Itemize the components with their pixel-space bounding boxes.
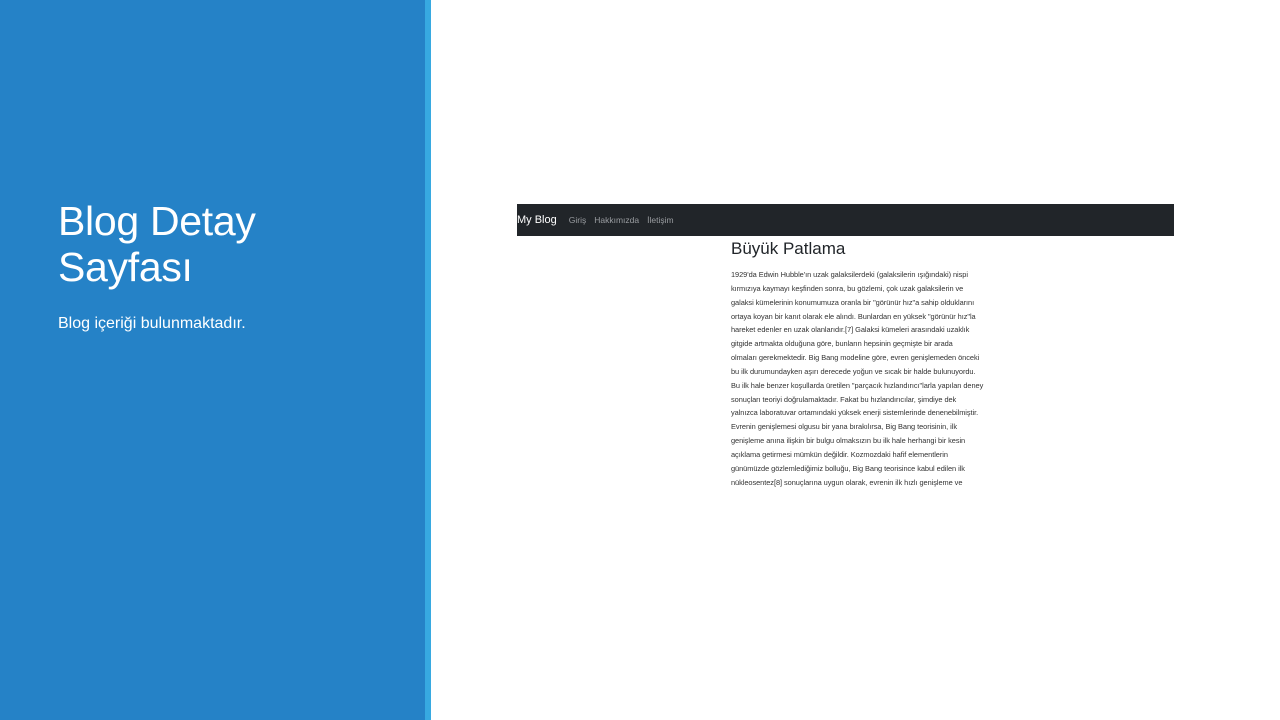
blog-post: Büyük Patlama 1929'da Edwin Hubble'ın uz… [731,238,1031,490]
post-body-line: yalnızca laboratuvar ortamındaki yüksek … [731,408,979,418]
post-body-line: Evrenin genişlemesi olgusu bir yana bıra… [731,422,957,432]
post-body-line: sonuçları teoriyi doğrulamaktadır. Fakat… [731,394,957,404]
nav-link-iletisim[interactable]: İletişim [647,215,673,225]
slide-subtitle: Blog içeriği bulunmaktadır. [58,315,246,332]
post-body-line: ortaya koyan bir kanıt olarak ele alındı… [731,311,976,321]
nav-link-giris[interactable]: Giriş [569,215,586,225]
post-body-line: günümüzde gözlemlediğimiz bolluğu, Big B… [731,463,965,473]
slide-title: Blog Detay Sayfası [58,198,256,290]
post-body-line: açıklama getirmesi mümkün değildir. Kozm… [731,449,948,459]
post-body-line: gitgide artmakta olduğuna göre, bunların… [731,339,953,349]
post-body-line: galaksi kümelerinin konumumuza oranla bi… [731,297,975,307]
post-body-line: bu ilk durumundayken aşırı derecede yoğu… [731,366,976,376]
post-body-line: Bu ilk hale benzer koşullarda üretilen "… [731,380,984,390]
post-body-line: 1929'da Edwin Hubble'ın uzak galaksilerd… [731,270,968,279]
accent-stripe [425,0,431,720]
nav-link-hakkimizda[interactable]: Hakkımızda [594,215,639,225]
post-body-line: olmaları gerekmektedir. Big Bang modelin… [731,353,980,363]
post-title: Büyük Patlama [731,239,846,258]
slide: Blog Detay Sayfası Blog içeriği bulunmak… [0,0,1280,720]
blog-navbar: My Blog Giriş Hakkımızda İletişim [517,204,1174,236]
blog-screenshot: My Blog Giriş Hakkımızda İletişim Büyük … [517,204,1174,494]
title-panel: Blog Detay Sayfası Blog içeriği bulunmak… [0,0,425,720]
blog-brand-link[interactable]: My Blog [517,214,557,226]
post-body-line: hareket edenler en uzak olanlarıdır.[7] … [731,325,970,335]
post-body-line: nükleosentez[8] sonuçlarına uygun olarak… [731,477,963,487]
post-body: 1929'da Edwin Hubble'ın uzak galaksilerd… [731,268,1031,490]
post-body-line: kırmızıya kaymayı keşfinden sonra, bu gö… [731,283,964,293]
post-body-line: genişleme anına ilişkin bir bulgu olmaks… [731,436,966,446]
